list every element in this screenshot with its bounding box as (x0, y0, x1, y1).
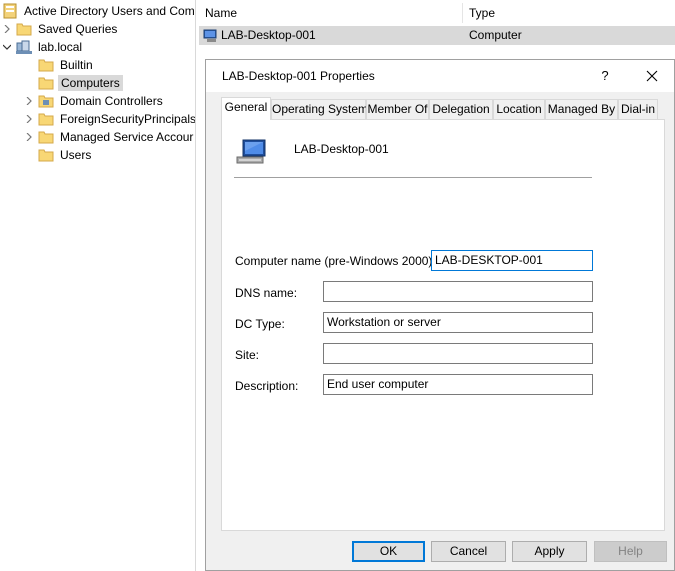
help-dialog-button[interactable]: Help (594, 541, 667, 562)
tree-item-label: Builtin (60, 58, 93, 72)
tab-managed-by[interactable]: Managed By (545, 99, 618, 119)
tree-item-label: Computers (58, 75, 123, 91)
dialog-title-bar[interactable]: LAB-Desktop-001 Properties ? (206, 60, 674, 92)
site-field[interactable] (323, 343, 593, 364)
tree-item-managed-service-accounts[interactable]: Managed Service Accour (24, 128, 195, 146)
domain-icon (16, 39, 32, 55)
chevron-right-icon[interactable] (24, 92, 34, 110)
tree-item-label: lab.local (38, 40, 83, 54)
general-tab-panel: LAB-Desktop-001 Computer name (pre-Windo… (221, 119, 665, 531)
list-item-name: LAB-Desktop-001 (221, 28, 316, 42)
tree-item-users[interactable]: Users (24, 146, 93, 164)
properties-dialog: LAB-Desktop-001 Properties ? General Ope… (205, 59, 675, 571)
tree-root-label: Active Directory Users and Com (24, 4, 195, 18)
tab-operating-system[interactable]: Operating System (271, 99, 368, 119)
list-item-type: Computer (469, 28, 522, 42)
computer-name-pre2000-label: Computer name (pre-Windows 2000): (235, 254, 436, 268)
folder-icon (38, 147, 54, 163)
tree-item-domain[interactable]: lab.local (2, 38, 84, 56)
description-label: Description: (235, 379, 299, 393)
apply-button[interactable]: Apply (512, 541, 587, 562)
folder-icon (16, 21, 32, 37)
console-tree: Active Directory Users and Com Saved Que… (0, 0, 196, 571)
column-divider[interactable] (462, 3, 463, 23)
tree-item-label: Managed Service Accour (60, 130, 194, 144)
folder-icon (38, 111, 54, 127)
list-item[interactable]: LAB-Desktop-001 Computer (199, 26, 675, 45)
tree-item-foreign-security-principals[interactable]: ForeignSecurityPrincipals (24, 110, 196, 128)
tree-item-computers[interactable]: Computers (24, 74, 123, 92)
dialog-title: LAB-Desktop-001 Properties (222, 69, 375, 83)
folder-icon (38, 75, 54, 91)
computer-icon (235, 137, 269, 167)
folder-icon (38, 129, 54, 145)
dns-name-label: DNS name: (235, 286, 298, 300)
site-label: Site: (235, 348, 260, 362)
chevron-right-icon[interactable] (2, 20, 12, 38)
chevron-down-icon[interactable] (2, 38, 12, 56)
close-button[interactable] (638, 64, 666, 88)
divider (234, 177, 592, 178)
column-header-type[interactable]: Type (469, 3, 495, 23)
close-icon (646, 70, 658, 82)
dc-type-label: DC Type: (235, 317, 285, 331)
chevron-right-icon[interactable] (24, 110, 34, 128)
tree-item-saved-queries[interactable]: Saved Queries (2, 20, 119, 38)
computer-name-pre2000-field[interactable]: LAB-DESKTOP-001 (431, 250, 593, 271)
folder-icon (38, 57, 54, 73)
tree-item-label: Domain Controllers (60, 94, 163, 108)
chevron-right-icon[interactable] (24, 128, 34, 146)
tree-item-domain-controllers[interactable]: Domain Controllers (24, 92, 165, 110)
dc-type-field[interactable]: Workstation or server (323, 312, 593, 333)
tab-general[interactable]: General (221, 97, 271, 120)
tab-member-of[interactable]: Member Of (366, 99, 429, 119)
tab-delegation[interactable]: Delegation (429, 99, 493, 119)
column-header-name[interactable]: Name (205, 3, 237, 23)
tree-item-label: Users (60, 148, 92, 162)
cancel-button[interactable]: Cancel (431, 541, 506, 562)
tab-dial-in[interactable]: Dial-in (618, 99, 658, 119)
description-field[interactable]: End user computer (323, 374, 593, 395)
ou-folder-icon (38, 93, 54, 109)
tree-root[interactable]: Active Directory Users and Com (2, 2, 195, 20)
computer-name-heading: LAB-Desktop-001 (294, 142, 389, 156)
tab-location[interactable]: Location (493, 99, 545, 119)
help-button[interactable]: ? (592, 64, 618, 88)
computer-icon (203, 28, 219, 44)
tree-item-label: ForeignSecurityPrincipals (60, 112, 196, 126)
ok-button[interactable]: OK (352, 541, 425, 562)
dns-name-field[interactable] (323, 281, 593, 302)
aduc-console-icon (2, 3, 18, 19)
tree-item-label: Saved Queries (38, 22, 118, 36)
tree-item-builtin[interactable]: Builtin (24, 56, 95, 74)
